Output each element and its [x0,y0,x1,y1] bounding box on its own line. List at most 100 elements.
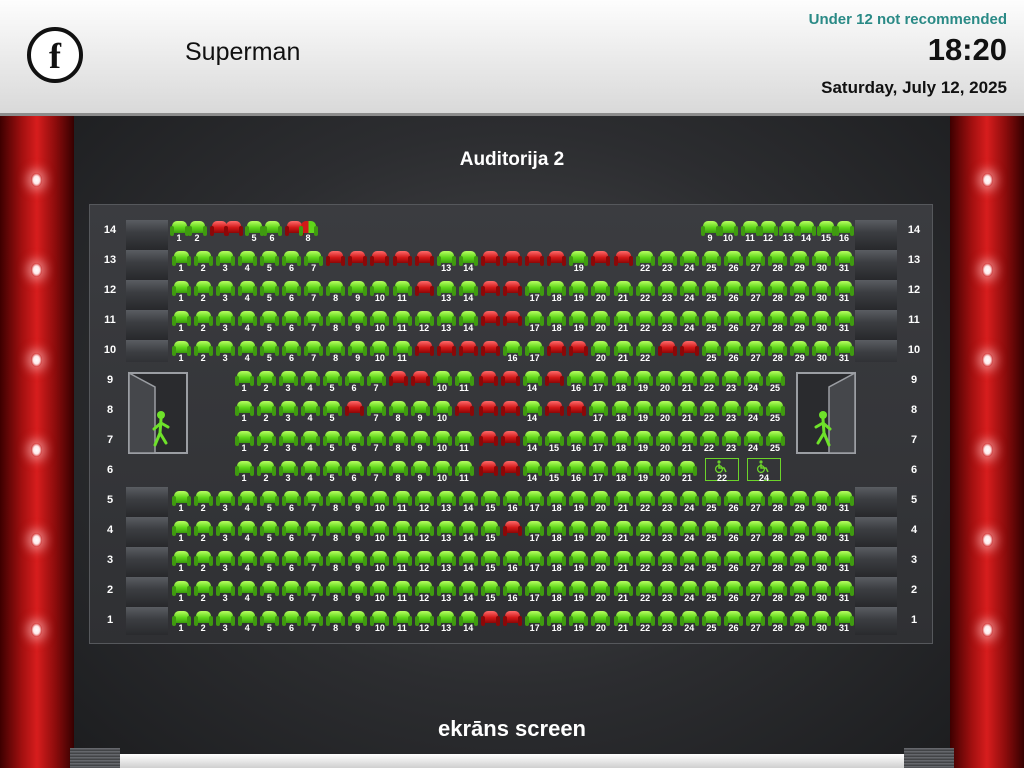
curtain-light [982,263,993,277]
row-label-right: 4 [910,524,918,536]
seat-number: 27 [750,503,761,513]
seat-number: 25 [706,293,717,303]
seat-number: 6 [288,623,294,633]
seat-number: 21 [617,293,628,303]
seat-number: 3 [222,623,228,633]
seat-number: 7 [311,293,317,303]
seat-number: 18 [615,443,626,453]
seat-number: 8 [333,623,339,633]
seat-number: 9 [355,353,361,363]
row-label-left: 4 [106,524,114,536]
row-label-left: 1 [106,614,114,626]
seat-number: 23 [725,413,736,423]
seat-r9-13 [500,371,520,387]
row-label-left: 12 [103,284,117,296]
seat-number: 11 [459,473,469,483]
seat-r10-12 [414,341,434,357]
seat-number: 31 [838,353,849,363]
seat-number: 26 [728,563,739,573]
seat-number: 27 [750,533,761,543]
age-rating: Under 12 not recommended [808,11,1007,28]
seat-number: 8 [333,503,339,513]
seat-number: 2 [263,413,269,423]
seat-number: 27 [750,323,761,333]
seat-number: 12 [419,533,430,543]
seat-number: 25 [706,563,717,573]
seat-number: 19 [573,323,584,333]
seat-number: 5 [266,593,272,603]
seat-r14-4 [223,221,243,237]
seat-number: 3 [285,473,291,483]
seat-number: 14 [463,533,474,543]
seat-number: 21 [617,623,628,633]
seat-number: 7 [373,473,379,483]
screen-stage [120,754,904,768]
seat-number: 22 [703,413,714,423]
seat-number: 31 [838,593,849,603]
seat-number: 8 [333,593,339,603]
seat-number: 8 [333,563,339,573]
seat-number: 20 [595,323,606,333]
seat-r9-9 [410,371,430,387]
seat-number: 3 [222,323,228,333]
seat-number: 30 [816,533,827,543]
seat-number: 6 [288,503,294,513]
seat-number: 11 [459,383,469,393]
curtain-right [950,116,1024,768]
seat-number: 13 [441,263,452,273]
logo-icon: f [27,27,83,83]
curtain-left [0,116,74,768]
seat-number: 7 [373,443,379,453]
seat-number: 29 [794,323,805,333]
seat-number: 2 [263,443,269,453]
seat-map: 14 14 13 13 12 12 11 11 10 10 9 9 8 8 7 7 6 6 5 5 4 4 3 3 2 2 1 1 1 2… [89,204,933,644]
seat-number: 10 [374,293,385,303]
seat-number: 14 [463,563,474,573]
seat-number: 20 [595,563,606,573]
stage-steps-left [70,748,120,768]
seat-number: 25 [706,503,717,513]
seat-number: 24 [747,443,758,453]
seat-number: 26 [728,293,739,303]
seat-number: 10 [374,323,385,333]
seat-number: 26 [728,503,739,513]
curtain-light [982,533,993,547]
seat-number: 15 [485,563,496,573]
seat-number: 24 [684,623,695,633]
seat-number: 13 [441,503,452,513]
seat-number: 22 [640,563,651,573]
seat-number: 20 [659,383,670,393]
seat-number: 2 [200,293,206,303]
seat-r6-13 [500,461,520,477]
seat-number: 20 [595,503,606,513]
seat-number: 23 [662,263,673,273]
row-label-right: 10 [907,344,921,356]
seat-number: 21 [617,323,628,333]
seat-number: 17 [592,383,603,393]
seat-number: 17 [529,593,540,603]
seat-number: 5 [266,323,272,333]
seat-number: 23 [662,533,673,543]
seat-number: 11 [397,623,407,633]
row-label-right: 8 [910,404,918,416]
seat-number: 23 [662,293,673,303]
seat-number: 15 [548,473,559,483]
seat-number: 10 [374,353,385,363]
seat-number: 24 [747,383,758,393]
show-date: Saturday, July 12, 2025 [821,78,1007,97]
screen-label: ekrāns screen [438,716,586,741]
seat-number: 27 [750,293,761,303]
seat-r9-8 [388,371,408,387]
seat-number: 17 [529,353,540,363]
seat-number: 23 [725,383,736,393]
seat-number: 5 [329,413,335,423]
seat-number: 25 [706,323,717,333]
seat-number: 22 [703,383,714,393]
seat-number: 4 [244,593,250,603]
seat-number: 11 [397,563,407,573]
seat-number: 12 [419,593,430,603]
seat-number: 12 [419,623,430,633]
seat-number: 19 [637,443,648,453]
seat-r11-16 [503,311,522,327]
seat-number: 29 [794,503,805,513]
